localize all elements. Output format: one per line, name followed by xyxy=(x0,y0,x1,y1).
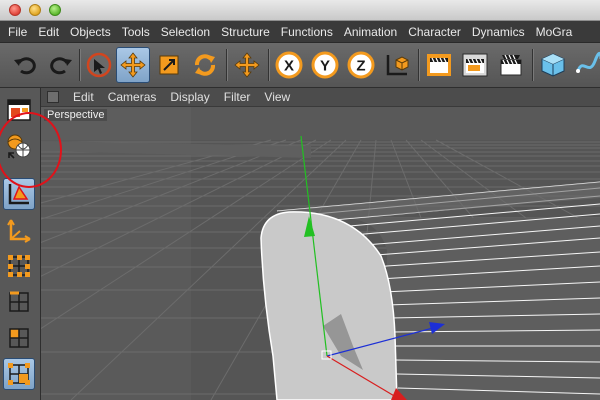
window-zoom-button[interactable] xyxy=(49,4,61,16)
y-axis-lock-button[interactable]: Y xyxy=(308,47,342,83)
perspective-viewport[interactable]: Edit Cameras Display Filter View Perspec… xyxy=(41,88,600,400)
render-settings-button[interactable] xyxy=(494,47,528,83)
world-coordinates-button[interactable] xyxy=(380,47,414,83)
redo-button[interactable] xyxy=(44,47,78,83)
move-icon xyxy=(234,52,260,78)
menu-character[interactable]: Character xyxy=(408,25,461,39)
main-toolbar: X Y Z xyxy=(0,43,600,88)
rotate-icon xyxy=(195,54,215,76)
viewport-menu-view[interactable]: View xyxy=(264,90,290,104)
z-axis-lock-button[interactable]: Z xyxy=(344,47,378,83)
cube-object-button[interactable] xyxy=(536,47,570,83)
render-picture-viewer-button[interactable] xyxy=(458,47,492,83)
cube-icon xyxy=(541,53,565,77)
live-select-button[interactable] xyxy=(82,47,116,83)
menu-structure[interactable]: Structure xyxy=(221,25,270,39)
object-axis-button[interactable] xyxy=(3,214,35,246)
edges-mode-button[interactable] xyxy=(3,286,35,318)
scale-tool-button[interactable] xyxy=(152,47,186,83)
live-select-icon xyxy=(86,52,112,78)
menu-edit[interactable]: Edit xyxy=(38,25,59,39)
camera-label: Perspective xyxy=(44,109,108,121)
x-axis-lock-icon: X xyxy=(275,51,303,79)
y-axis-lock-label: Y xyxy=(320,58,330,75)
y-axis-lock-icon: Y xyxy=(311,51,339,79)
edges-mode-icon xyxy=(9,291,29,312)
object-axis-icon xyxy=(7,219,31,243)
menu-mograph[interactable]: MoGra xyxy=(536,25,573,39)
undo-icon xyxy=(14,57,36,75)
move-icon xyxy=(120,52,146,78)
viewport-menubar: Edit Cameras Display Filter View xyxy=(41,88,600,107)
redo-icon xyxy=(50,57,72,75)
toolbar-separator xyxy=(226,49,227,81)
rotate-tool-button[interactable] xyxy=(188,47,222,83)
points-mode-button[interactable] xyxy=(3,250,35,282)
scale-icon xyxy=(159,55,179,75)
render-settings-icon xyxy=(500,54,522,76)
toolbar-separator xyxy=(79,49,80,81)
viewport-menu-filter[interactable]: Filter xyxy=(224,90,251,104)
menu-tools[interactable]: Tools xyxy=(122,25,150,39)
points-mode-icon xyxy=(8,255,30,277)
spline-object-button[interactable] xyxy=(572,47,600,83)
menu-functions[interactable]: Functions xyxy=(281,25,333,39)
viewport-menu-cameras[interactable]: Cameras xyxy=(108,90,157,104)
render-view-icon xyxy=(427,54,451,76)
toolbar-separator xyxy=(268,49,269,81)
render-view-button[interactable] xyxy=(422,47,456,83)
viewport-menu-display[interactable]: Display xyxy=(170,90,209,104)
viewport-scene[interactable] xyxy=(41,106,600,400)
toolbar-separator xyxy=(418,49,419,81)
viewport-grip-icon[interactable] xyxy=(47,91,59,103)
menu-selection[interactable]: Selection xyxy=(161,25,210,39)
move-object-button[interactable] xyxy=(230,47,264,83)
main-menubar: File Edit Objects Tools Selection Struct… xyxy=(0,21,600,43)
spline-icon xyxy=(576,51,600,73)
menu-animation[interactable]: Animation xyxy=(344,25,397,39)
window-close-button[interactable] xyxy=(9,4,21,16)
menu-objects[interactable]: Objects xyxy=(70,25,111,39)
move-tool-button[interactable] xyxy=(116,47,150,83)
world-coordinates-icon xyxy=(386,55,409,76)
render-picture-viewer-icon xyxy=(462,53,488,77)
z-axis-lock-label: Z xyxy=(356,58,365,75)
toolbar-separator xyxy=(532,49,533,81)
uvw-mode-button[interactable] xyxy=(3,358,35,390)
menu-dynamics[interactable]: Dynamics xyxy=(472,25,525,39)
polygons-mode-icon xyxy=(9,328,29,348)
z-axis-lock-icon: Z xyxy=(347,51,375,79)
undo-button[interactable] xyxy=(8,47,42,83)
x-axis-lock-label: X xyxy=(284,58,294,75)
window-minimize-button[interactable] xyxy=(29,4,41,16)
x-axis-lock-button[interactable]: X xyxy=(272,47,306,83)
window-titlebar xyxy=(0,0,600,21)
menu-file[interactable]: File xyxy=(8,25,27,39)
uvw-mode-icon xyxy=(8,363,30,385)
viewport-menu-edit[interactable]: Edit xyxy=(73,90,94,104)
polygons-mode-button[interactable] xyxy=(3,322,35,354)
